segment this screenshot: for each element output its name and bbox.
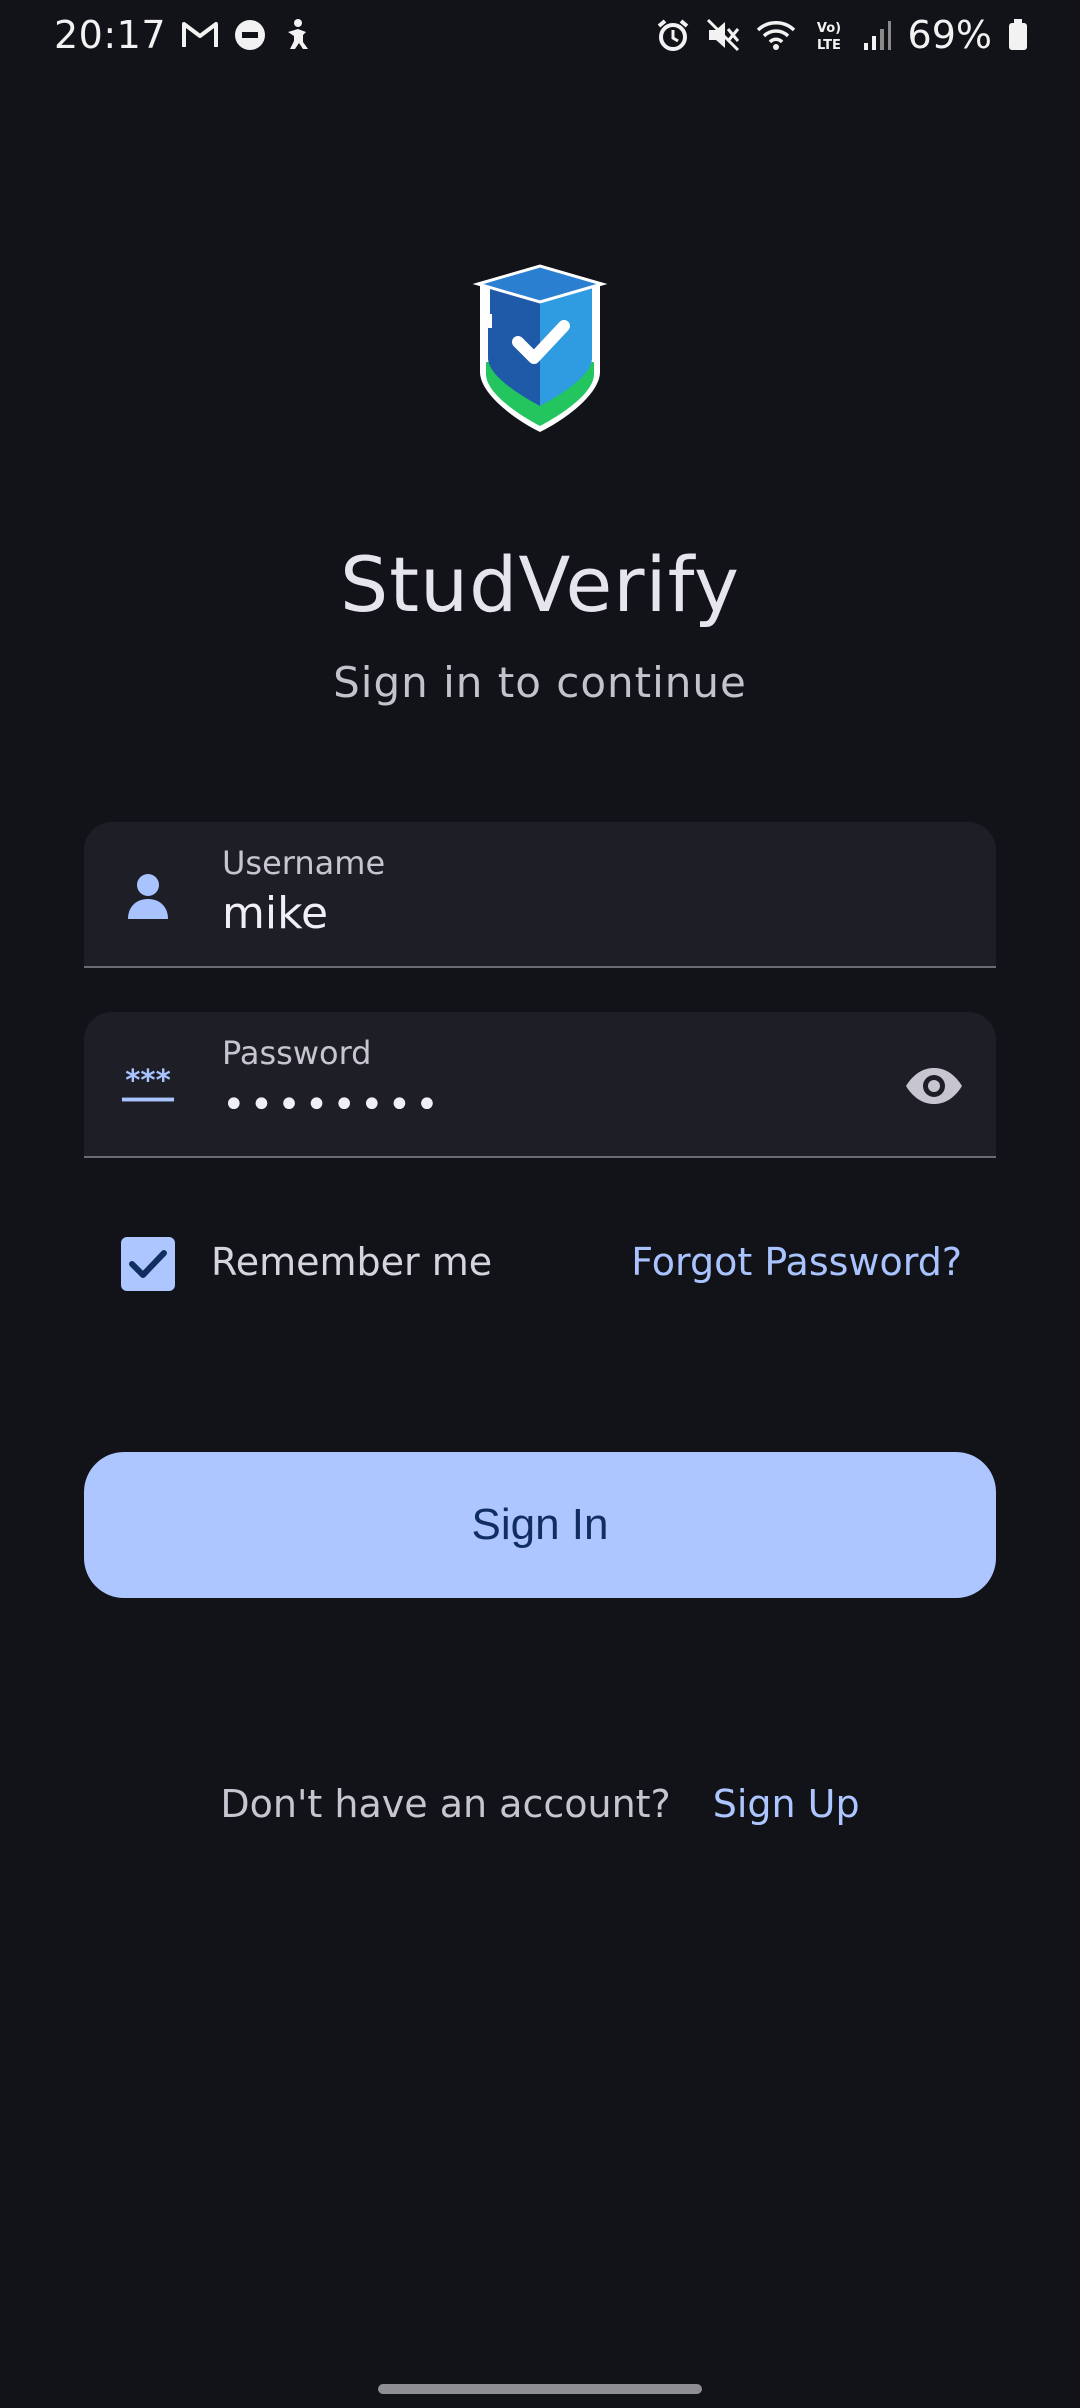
app-title: StudVerify	[339, 540, 741, 629]
status-bar-left: 20:17	[54, 13, 312, 57]
sign-up-link[interactable]: Sign Up	[713, 1782, 860, 1826]
username-label: Username	[222, 844, 386, 882]
alarm-icon	[656, 18, 690, 52]
status-bar-right: Vo) LTE 69%	[656, 13, 1028, 57]
volte-icon: Vo) LTE	[812, 18, 846, 52]
eye-icon[interactable]	[902, 1054, 966, 1118]
sign-in-button[interactable]: Sign In	[84, 1452, 996, 1598]
username-field[interactable]: Username mike	[84, 822, 996, 968]
battery-icon	[1008, 19, 1028, 51]
svg-text:LTE: LTE	[817, 38, 841, 52]
home-indicator[interactable]	[378, 2384, 702, 2394]
password-field[interactable]: *** Password ••••••••	[84, 1012, 996, 1158]
wifi-icon	[756, 19, 796, 51]
remember-me-label[interactable]: Remember me	[211, 1240, 492, 1284]
password-value[interactable]: ••••••••	[222, 1082, 443, 1128]
status-bar: 20:17 Vo) LTE 69%	[0, 0, 1080, 70]
signup-row: Don't have an account? Sign Up	[0, 1782, 1080, 1826]
do-not-disturb-icon	[234, 19, 266, 51]
forgot-password-link[interactable]: Forgot Password?	[631, 1240, 962, 1284]
svg-text:***: ***	[125, 1066, 170, 1097]
mute-icon	[706, 18, 740, 52]
accessibility-icon	[282, 18, 312, 52]
signal-icon	[862, 19, 892, 51]
username-value[interactable]: mike	[222, 888, 328, 939]
app-subtitle: Sign in to continue	[333, 658, 747, 707]
person-icon	[120, 868, 176, 924]
password-icon: ***	[120, 1058, 176, 1114]
graduation-shield-check-icon	[470, 262, 610, 434]
svg-text:Vo): Vo)	[816, 21, 840, 36]
battery-level: 69%	[907, 13, 992, 57]
status-time: 20:17	[54, 13, 167, 57]
signup-prompt: Don't have an account?	[220, 1782, 671, 1826]
check-icon	[129, 1250, 167, 1278]
remember-me-checkbox[interactable]	[121, 1237, 175, 1291]
gmail-icon	[182, 21, 219, 49]
password-label: Password	[222, 1034, 372, 1072]
